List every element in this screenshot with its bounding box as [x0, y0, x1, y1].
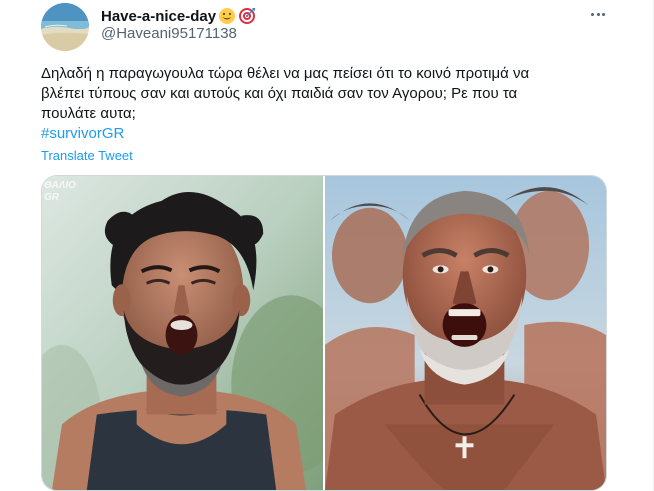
grey-bearded-man-roaring-image: [325, 176, 606, 490]
bullseye-icon: [238, 7, 256, 25]
bearded-man-shouting-image: [42, 176, 323, 490]
hashtag-link[interactable]: #survivorGR: [41, 124, 124, 144]
tweet-media[interactable]: ΘΑΛΙΟ GR: [41, 175, 607, 491]
translate-tweet-link[interactable]: Translate Tweet: [41, 148, 133, 164]
tweet-card[interactable]: Have-a-nice-day @Haveani95171138 Δηλαδή …: [0, 0, 654, 491]
media-photo-left[interactable]: ΘΑΛΙΟ GR: [42, 176, 323, 490]
avatar[interactable]: [41, 3, 89, 51]
display-name[interactable]: Have-a-nice-day: [101, 8, 216, 25]
avatar-beach-image: [41, 3, 89, 51]
media-photo-right[interactable]: [325, 176, 606, 490]
photo-watermark: ΘΑΛΙΟ GR: [44, 180, 76, 203]
tweet-text: Δηλαδή η παραγωγουλα τώρα θέλει να μας π…: [41, 65, 530, 122]
user-handle[interactable]: @Haveani95171138: [101, 25, 237, 42]
more-options-button[interactable]: [586, 5, 610, 23]
author-name-row[interactable]: Have-a-nice-day: [101, 6, 256, 26]
smiling-face-icon: [218, 7, 236, 25]
more-horizontal-icon: [591, 12, 595, 16]
